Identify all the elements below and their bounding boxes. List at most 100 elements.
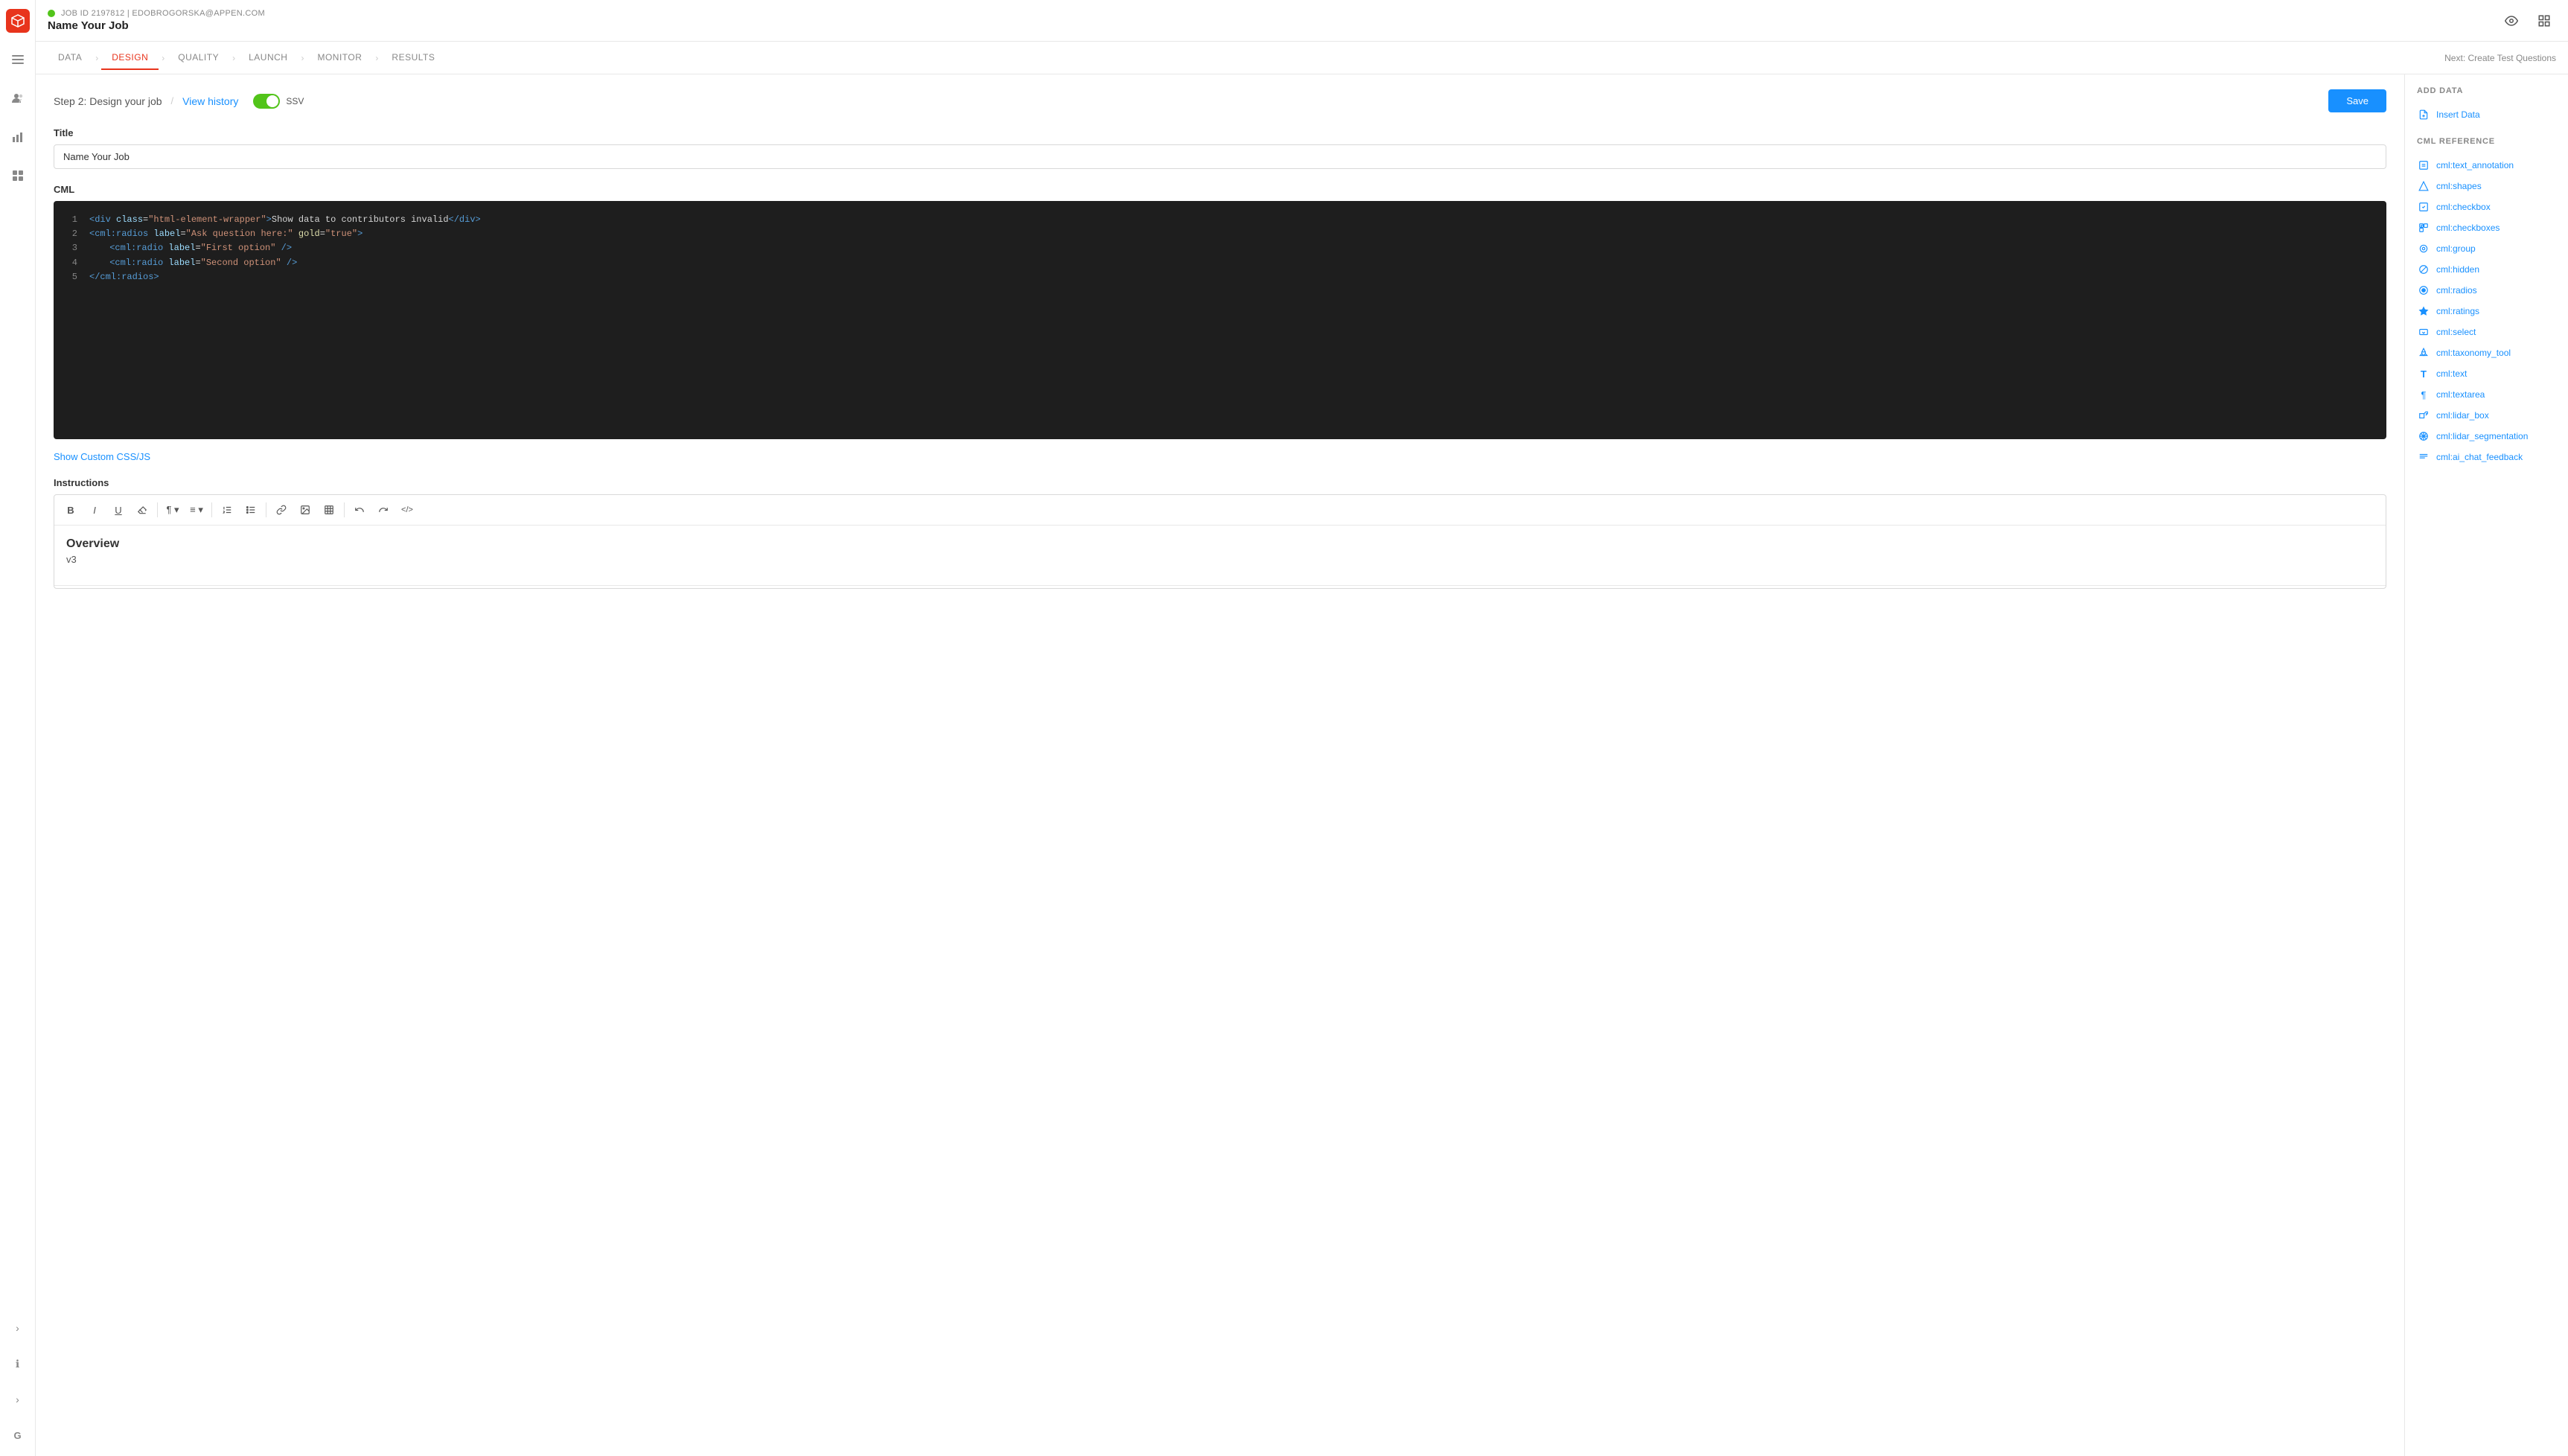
bold-button[interactable]: B xyxy=(60,499,81,520)
main-content: Step 2: Design your job / View history S… xyxy=(36,74,2404,1456)
redo-button[interactable] xyxy=(373,499,394,520)
cml-radios-item[interactable]: cml:radios xyxy=(2417,280,2556,301)
paragraph-button[interactable]: ¶ ▾ xyxy=(162,499,183,520)
cml-checkbox-icon xyxy=(2417,200,2430,214)
instructions-label: Instructions xyxy=(54,477,2386,488)
cml-text-annotation-item[interactable]: cml:text_annotation xyxy=(2417,155,2556,176)
ul-button[interactable] xyxy=(240,499,261,520)
job-status-dot xyxy=(48,10,55,17)
rich-editor: B I U ¶ ▾ ≡ ▾ xyxy=(54,494,2386,589)
cml-text-item[interactable]: T cml:text xyxy=(2417,363,2556,384)
cml-lidar-box-label: cml:lidar_box xyxy=(2436,410,2489,421)
ol-button[interactable] xyxy=(217,499,237,520)
italic-button[interactable]: I xyxy=(84,499,105,520)
cml-select-icon xyxy=(2417,325,2430,339)
code-button[interactable]: </> xyxy=(397,499,418,520)
underline-button[interactable]: U xyxy=(108,499,129,520)
eye-icon-button[interactable] xyxy=(2500,9,2523,33)
cml-text-label: cml:text xyxy=(2436,368,2467,379)
cml-ratings-item[interactable]: cml:ratings xyxy=(2417,301,2556,322)
toolbar-sep-2 xyxy=(211,502,212,517)
cml-taxonomy-icon xyxy=(2417,346,2430,360)
toolbar-sep-1 xyxy=(157,502,158,517)
ssv-toggle[interactable] xyxy=(253,94,280,109)
cml-lidar-seg-item[interactable]: cml:lidar_segmentation xyxy=(2417,426,2556,447)
collapse2-icon[interactable]: › xyxy=(6,1388,30,1411)
cml-shapes-label: cml:shapes xyxy=(2436,181,2482,191)
tab-data[interactable]: DATA xyxy=(48,46,92,70)
cml-radios-label: cml:radios xyxy=(2436,285,2477,296)
code-line-2: 2 <cml:radios label="Ask question here:"… xyxy=(66,227,2374,241)
cml-shapes-item[interactable]: cml:shapes xyxy=(2417,176,2556,197)
ssv-label: SSV xyxy=(286,96,304,106)
cml-lidar-seg-icon xyxy=(2417,430,2430,443)
collapse-icon[interactable]: › xyxy=(6,1316,30,1340)
rich-content[interactable]: Overview v3 xyxy=(54,526,2386,585)
insert-data-item[interactable]: Insert Data xyxy=(2417,104,2556,125)
cml-checkboxes-label: cml:checkboxes xyxy=(2436,223,2500,233)
rich-toolbar: B I U ¶ ▾ ≡ ▾ xyxy=(54,495,2386,526)
cml-select-item[interactable]: cml:select xyxy=(2417,322,2556,342)
link-button[interactable] xyxy=(271,499,292,520)
cml-select-label: cml:select xyxy=(2436,327,2476,337)
code-line-1: 1 <div class="html-element-wrapper">Show… xyxy=(66,213,2374,227)
cml-ai-chat-item[interactable]: cml:ai_chat_feedback xyxy=(2417,447,2556,467)
tab-quality[interactable]: QUALITY xyxy=(167,46,229,70)
title-input[interactable] xyxy=(54,144,2386,169)
cml-group-label: cml:group xyxy=(2436,243,2476,254)
code-line-3: 3 <cml:radio label="First option" /> xyxy=(66,241,2374,255)
g-letter-icon[interactable]: G xyxy=(6,1423,30,1447)
cml-checkboxes-icon xyxy=(2417,221,2430,234)
cml-shapes-icon xyxy=(2417,179,2430,193)
cml-taxonomy-label: cml:taxonomy_tool xyxy=(2436,348,2511,358)
cml-hidden-label: cml:hidden xyxy=(2436,264,2479,275)
tab-design[interactable]: DESIGN xyxy=(101,46,159,70)
cml-textarea-item[interactable]: ¶ cml:textarea xyxy=(2417,384,2556,405)
eraser-button[interactable] xyxy=(132,499,153,520)
cml-lidar-box-item[interactable]: cml:lidar_box xyxy=(2417,405,2556,426)
cml-textarea-label: cml:textarea xyxy=(2436,389,2485,400)
align-button[interactable]: ≡ ▾ xyxy=(186,499,207,520)
cml-ai-chat-label: cml:ai_chat_feedback xyxy=(2436,452,2523,462)
people-icon[interactable] xyxy=(6,86,30,110)
cml-hidden-item[interactable]: cml:hidden xyxy=(2417,259,2556,280)
hamburger-icon[interactable] xyxy=(6,48,30,71)
cml-ai-chat-icon xyxy=(2417,450,2430,464)
step-title: Step 2: Design your job xyxy=(54,95,162,107)
cml-radios-icon xyxy=(2417,284,2430,297)
image-button[interactable] xyxy=(295,499,316,520)
cml-lidar-seg-label: cml:lidar_segmentation xyxy=(2436,431,2528,441)
cml-group-item[interactable]: cml:group xyxy=(2417,238,2556,259)
chart-icon[interactable] xyxy=(6,125,30,149)
view-history-link[interactable]: View history xyxy=(182,95,238,107)
cml-ref-title: CML REFERENCE xyxy=(2417,137,2556,146)
job-id-text: JOB ID 2197812 | EDOBROGORSKA@APPEN.COM xyxy=(61,9,265,18)
cml-checkboxes-item[interactable]: cml:checkboxes xyxy=(2417,217,2556,238)
tab-monitor[interactable]: MONITOR xyxy=(307,46,372,70)
app-logo[interactable] xyxy=(6,9,30,33)
cml-taxonomy-item[interactable]: cml:taxonomy_tool xyxy=(2417,342,2556,363)
grid-apps-icon[interactable] xyxy=(6,164,30,188)
cml-checkbox-item[interactable]: cml:checkbox xyxy=(2417,197,2556,217)
show-css-link[interactable]: Show Custom CSS/JS xyxy=(54,451,150,462)
instructions-body: v3 xyxy=(66,554,2374,565)
main-wrapper: JOB ID 2197812 | EDOBROGORSKA@APPEN.COM … xyxy=(36,0,2568,1456)
cml-textarea-icon: ¶ xyxy=(2417,388,2430,401)
left-sidebar: › ℹ › G xyxy=(0,0,36,1456)
table-button[interactable] xyxy=(319,499,339,520)
next-label: Next: Create Test Questions xyxy=(2444,53,2556,63)
instructions-heading: Overview xyxy=(66,537,2374,551)
cml-ratings-icon xyxy=(2417,304,2430,318)
grid-icon-button[interactable] xyxy=(2532,9,2556,33)
header-left: JOB ID 2197812 | EDOBROGORSKA@APPEN.COM … xyxy=(48,9,2491,32)
cml-editor[interactable]: 1 <div class="html-element-wrapper">Show… xyxy=(54,201,2386,439)
cml-hidden-icon xyxy=(2417,263,2430,276)
tab-results[interactable]: RESULTS xyxy=(381,46,445,70)
tab-launch[interactable]: LAUNCH xyxy=(238,46,298,70)
save-button[interactable]: Save xyxy=(2328,89,2386,112)
cml-checkbox-label: cml:checkbox xyxy=(2436,202,2491,212)
job-title-header: Name Your Job xyxy=(48,19,2491,32)
undo-button[interactable] xyxy=(349,499,370,520)
info-icon[interactable]: ℹ xyxy=(6,1352,30,1376)
top-header: JOB ID 2197812 | EDOBROGORSKA@APPEN.COM … xyxy=(36,0,2568,42)
